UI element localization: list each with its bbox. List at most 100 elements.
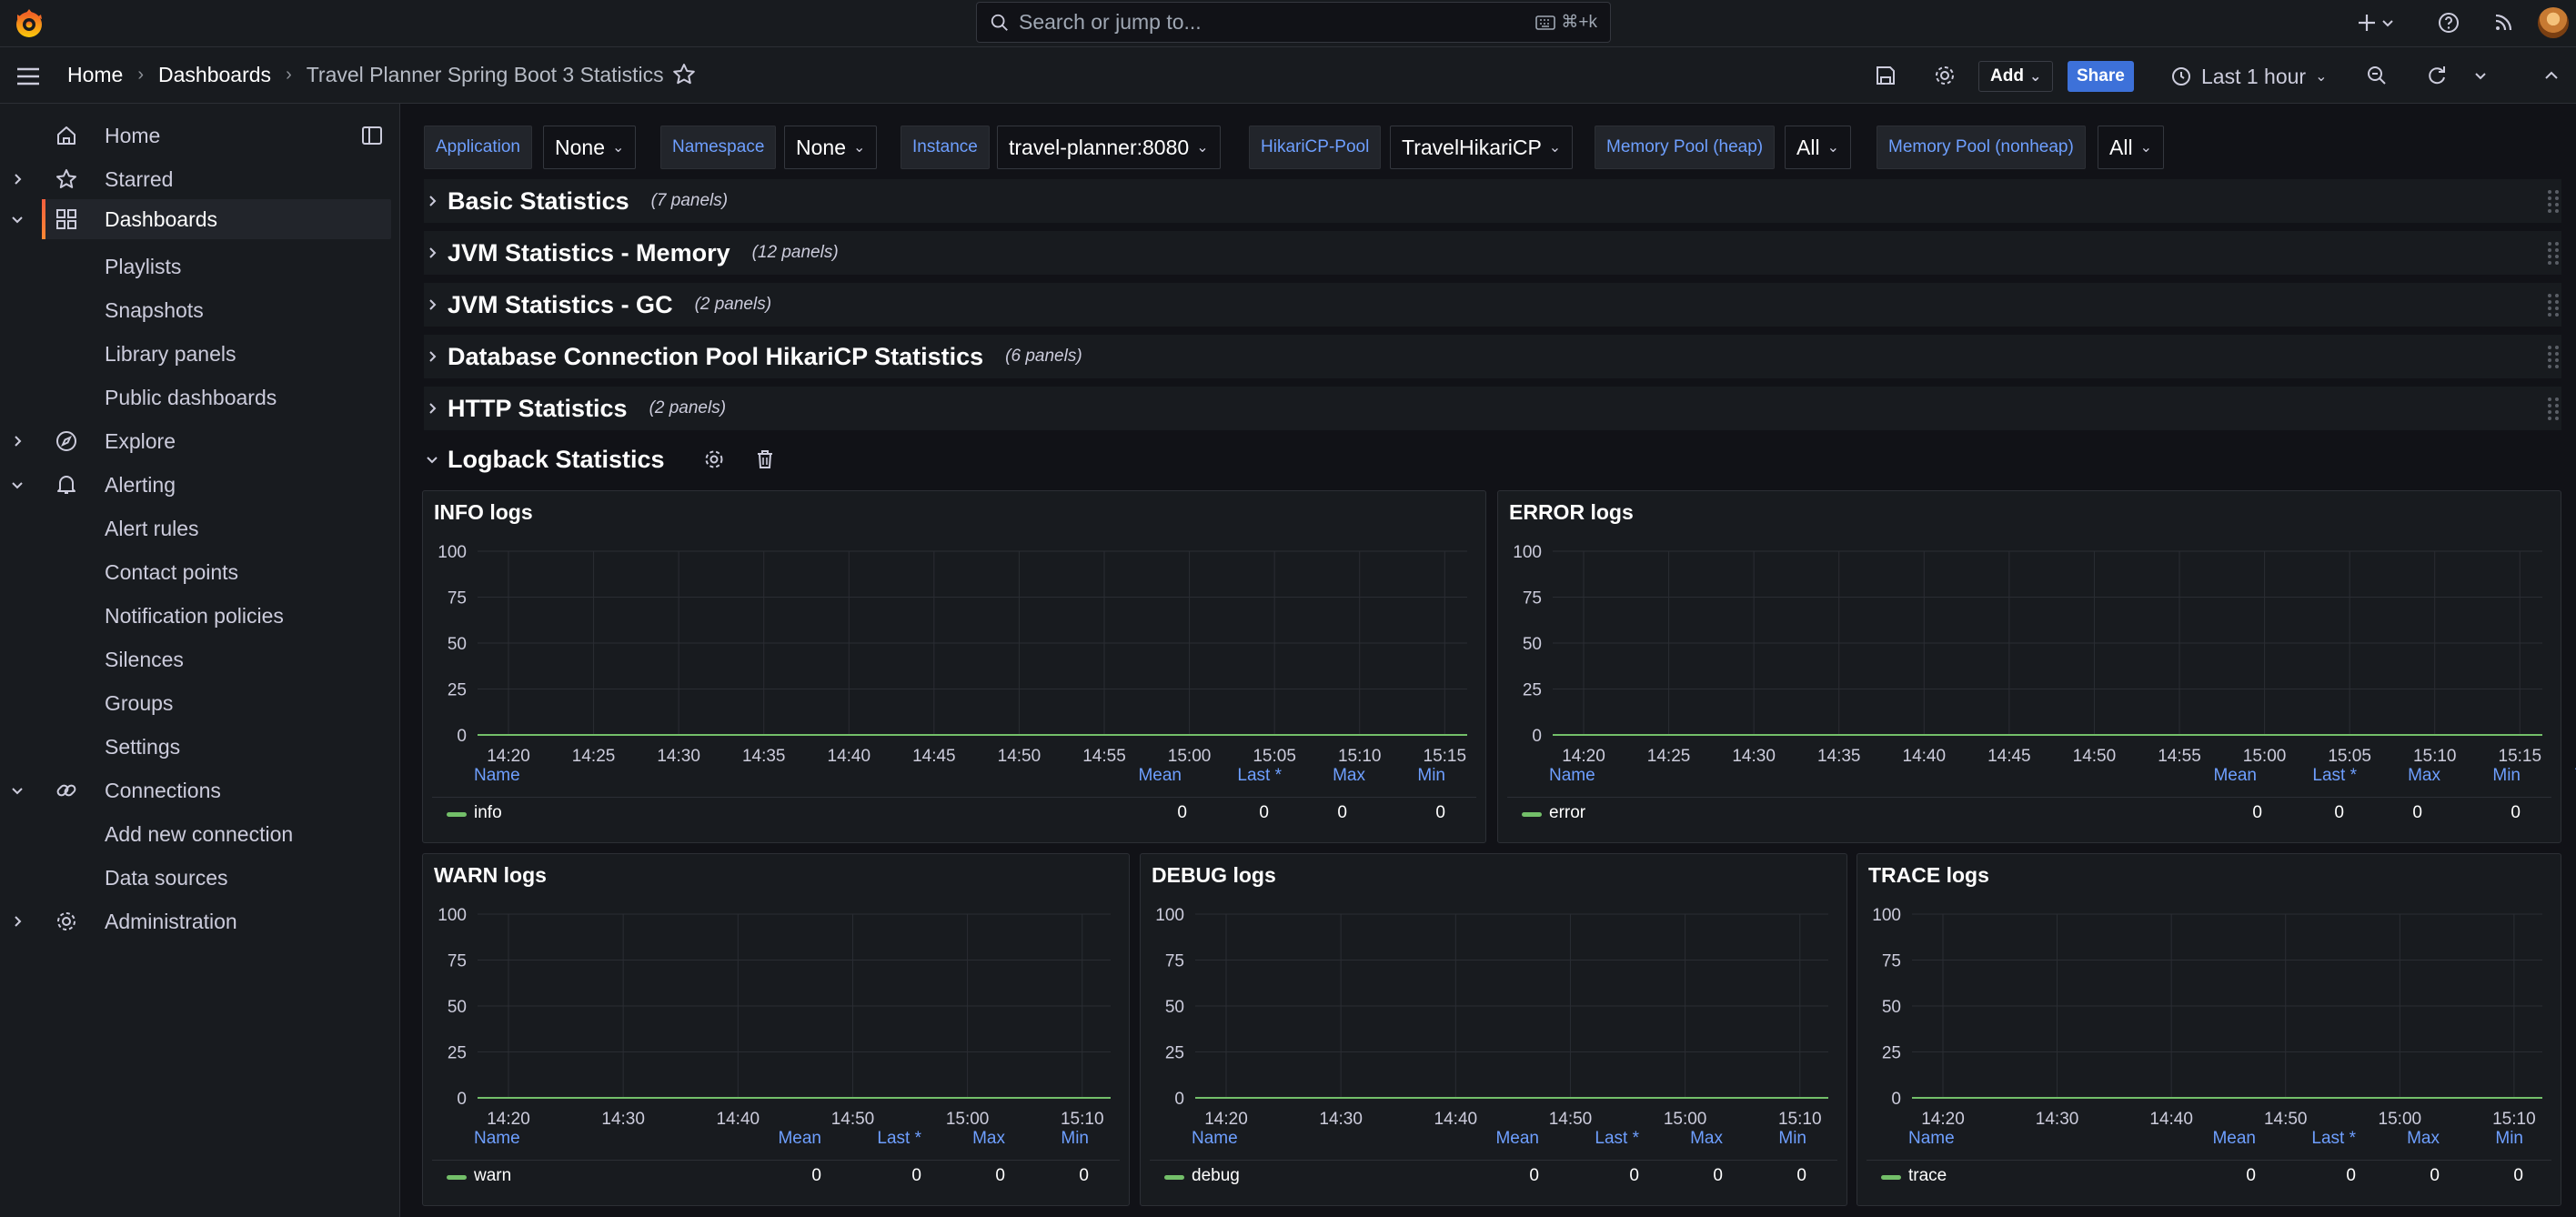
time-range-picker[interactable]: Last 1 hour ⌄ — [2170, 59, 2328, 94]
legend-col-min[interactable]: Min — [1734, 1129, 1806, 1149]
drag-handle-icon[interactable] — [2545, 290, 2561, 319]
legend-col-max[interactable]: Max — [2368, 766, 2440, 786]
sidebar-item-notification-policies[interactable]: Notification policies — [0, 596, 391, 636]
sidebar-item-dashboards[interactable]: Dashboards — [42, 199, 391, 239]
star-icon[interactable] — [671, 62, 697, 87]
legend-row[interactable]: debug 0 0 0 0 0 — [1141, 1162, 1897, 1192]
chevron-down-icon[interactable] — [2380, 10, 2396, 35]
avatar[interactable] — [2538, 7, 2569, 38]
row-basic-statistics[interactable]: Basic Statistics (7 panels) — [424, 179, 2561, 223]
chevron-down-icon[interactable] — [2472, 64, 2489, 87]
share-button[interactable]: Share — [2068, 61, 2134, 92]
legend-col-last[interactable]: Last * — [1209, 766, 1282, 786]
legend-col-name[interactable]: Name — [1549, 766, 1595, 786]
variable-select-namespace[interactable]: None ⌄ — [784, 126, 878, 169]
legend-col-mean[interactable]: Mean — [2183, 1129, 2256, 1149]
legend-col-mean[interactable]: Mean — [1466, 1129, 1539, 1149]
sidebar-item-connections[interactable]: Connections — [0, 770, 391, 810]
row-logback-statistics[interactable]: Logback Statistics — [424, 438, 2561, 481]
panel-trace-logs[interactable]: TRACE logs 0 25 50 75 100 14:20 14:30 14:40 14:5… — [1857, 853, 2576, 1206]
sidebar-item-contact-points[interactable]: Contact points — [0, 552, 391, 592]
variable-select-instance[interactable]: travel-planner:8080 ⌄ — [997, 126, 1221, 169]
panel-debug-logs[interactable]: DEBUG logs 0 25 50 75 100 14:20 14:30 14:40 14:5… — [1140, 853, 1897, 1206]
gear-icon[interactable] — [703, 448, 725, 470]
drag-handle-icon[interactable] — [2545, 238, 2561, 267]
drag-handle-icon[interactable] — [2545, 394, 2561, 423]
panel-info-logs[interactable]: INFO logs 0 25 50 75 100 14:20 14:25 14:30 14:35… — [422, 490, 1536, 843]
legend-col-min[interactable]: Min — [2448, 766, 2521, 786]
chevron-right-icon[interactable] — [9, 433, 25, 449]
legend-row[interactable]: info 0 0 0 0 0 — [423, 799, 1536, 830]
sidebar-item-home[interactable]: Home — [0, 116, 391, 156]
legend-col-total[interactable]: Total — [2539, 766, 2576, 786]
trash-icon[interactable] — [754, 448, 776, 470]
plus-icon[interactable] — [2354, 10, 2380, 35]
variable-select-application[interactable]: None ⌄ — [543, 126, 637, 169]
legend-row[interactable]: error 0 0 0 0 0 — [1498, 799, 2561, 830]
menu-icon[interactable] — [15, 63, 42, 90]
legend-col-last[interactable]: Last * — [1566, 1129, 1639, 1149]
legend-col-max[interactable]: Max — [1650, 1129, 1723, 1149]
sidebar-item-silences[interactable]: Silences — [0, 639, 391, 679]
sidebar-item-settings[interactable]: Settings — [0, 727, 391, 767]
legend-col-mean[interactable]: Mean — [1109, 766, 1182, 786]
row-http-statistics[interactable]: HTTP Statistics (2 panels) — [424, 387, 2561, 430]
breadcrumb-dashboards[interactable]: Dashboards — [158, 63, 271, 87]
sidebar-item-alert-rules[interactable]: Alert rules — [0, 508, 391, 548]
chevron-down-icon[interactable] — [9, 211, 25, 227]
zoom-out-icon[interactable] — [2365, 64, 2389, 87]
legend-row[interactable]: warn 0 0 0 0 0 — [423, 1162, 1180, 1192]
gear-icon[interactable] — [1933, 64, 1957, 87]
legend-row[interactable]: trace 0 0 0 0 0 — [1857, 1162, 2561, 1192]
sidebar-item-starred[interactable]: Starred — [0, 159, 391, 199]
legend-col-min[interactable]: Min — [2450, 1129, 2523, 1149]
legend-col-name[interactable]: Name — [1908, 1129, 1955, 1149]
sidebar-item-groups[interactable]: Groups — [0, 683, 391, 723]
chevron-down-icon[interactable] — [9, 477, 25, 493]
sidebar-item-add-new-connection[interactable]: Add new connection — [0, 814, 391, 854]
legend-col-mean[interactable]: Mean — [749, 1129, 821, 1149]
add-button[interactable]: Add ⌄ — [1978, 61, 2054, 92]
drag-handle-icon[interactable] — [2545, 342, 2561, 371]
legend-col-max[interactable]: Max — [932, 1129, 1005, 1149]
sidebar-item-playlists[interactable]: Playlists — [0, 246, 391, 287]
rss-icon[interactable] — [2490, 10, 2516, 35]
row-jvm-memory[interactable]: JVM Statistics - Memory (12 panels) — [424, 231, 2561, 275]
chevron-right-icon[interactable] — [9, 913, 25, 930]
drag-handle-icon[interactable] — [2545, 186, 2561, 216]
grafana-logo-icon[interactable] — [11, 5, 47, 42]
refresh-icon[interactable] — [2425, 64, 2449, 87]
panel-error-logs[interactable]: ERROR logs 0 25 50 75 100 14:20 14:25 14:30 14:3… — [1497, 490, 2576, 843]
row-jvm-gc[interactable]: JVM Statistics - GC (2 panels) — [424, 283, 2561, 327]
legend-col-min[interactable]: Min — [1373, 766, 1445, 786]
row-hikaricp[interactable]: Database Connection Pool HikariCP Statis… — [424, 335, 2561, 378]
legend-col-name[interactable]: Name — [1192, 1129, 1238, 1149]
sidebar-item-administration[interactable]: Administration — [0, 901, 391, 941]
chevron-right-icon[interactable] — [9, 171, 25, 187]
panel-warn-logs[interactable]: WARN logs 0 25 50 75 100 14:20 14:30 14:40 14:50… — [422, 853, 1180, 1206]
breadcrumb-home[interactable]: Home — [67, 63, 123, 87]
legend-col-max[interactable]: Max — [1293, 766, 1365, 786]
sidebar-item-alerting[interactable]: Alerting — [0, 465, 391, 505]
sidebar-item-library-panels[interactable]: Library panels — [0, 334, 391, 374]
sidebar-item-explore[interactable]: Explore — [0, 421, 391, 461]
help-icon[interactable] — [2436, 10, 2461, 35]
chevron-down-icon[interactable] — [9, 782, 25, 799]
legend-col-max[interactable]: Max — [2367, 1129, 2440, 1149]
legend-col-last[interactable]: Last * — [849, 1129, 921, 1149]
legend-col-name[interactable]: Name — [474, 1129, 520, 1149]
sidebar-item-public-dashboards[interactable]: Public dashboards — [0, 377, 391, 417]
legend-col-name[interactable]: Name — [474, 766, 520, 786]
legend-col-total[interactable]: Total — [2540, 1129, 2576, 1149]
chevron-up-icon[interactable] — [2540, 64, 2563, 87]
variable-select-memory-pool-nonheap[interactable]: All ⌄ — [2098, 126, 2164, 169]
legend-col-last[interactable]: Last * — [2283, 1129, 2356, 1149]
legend-col-mean[interactable]: Mean — [2184, 766, 2257, 786]
search-input[interactable]: Search or jump to... ⌘+k — [976, 2, 1611, 43]
legend-col-last[interactable]: Last * — [2284, 766, 2357, 786]
variable-select-hikaricp-pool[interactable]: TravelHikariCP ⌄ — [1390, 126, 1574, 169]
save-icon[interactable] — [1874, 64, 1897, 87]
variable-select-memory-pool-heap[interactable]: All ⌄ — [1785, 126, 1851, 169]
sidebar-item-snapshots[interactable]: Snapshots — [0, 290, 391, 330]
sidebar-item-data-sources[interactable]: Data sources — [0, 858, 391, 898]
